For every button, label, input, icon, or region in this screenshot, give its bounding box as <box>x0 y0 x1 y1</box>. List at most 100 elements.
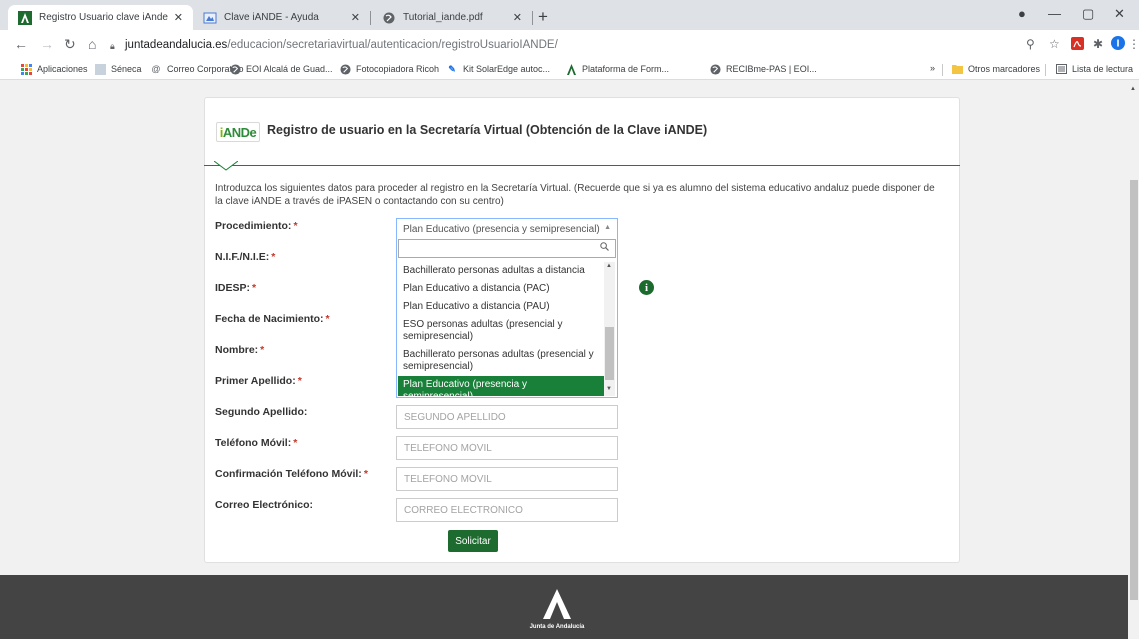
junta-andalucia-logo-icon <box>543 589 571 619</box>
bookmarks-bar: Aplicaciones Séneca @ Correo Corporativo… <box>0 60 1139 80</box>
dropdown-option[interactable]: Plan Educativo a distancia (PAU) <box>398 298 604 316</box>
dropdown-option[interactable]: Bachillerato personas adultas (presencia… <box>398 346 604 376</box>
bookmark-label: Fotocopiadora Ricoh <box>356 64 440 74</box>
label-text: N.I.F./N.I.E: <box>215 251 270 263</box>
bookmark-plataforma[interactable]: Plataforma de Form... <box>565 63 669 75</box>
segundo-apellido-input[interactable] <box>396 405 618 429</box>
reading-list-icon <box>1055 63 1067 75</box>
bookmark-fotocopiadora[interactable]: Fotocopiadora Ricoh <box>339 63 439 75</box>
minimize-button[interactable]: — <box>1048 6 1061 21</box>
avatar[interactable] <box>1111 36 1125 53</box>
dropdown-option[interactable]: Bachillerato personas adultas a distanci… <box>398 262 604 280</box>
dropdown-option-selected[interactable]: Plan Educativo (presencia y semipresenci… <box>398 376 604 396</box>
bookmark-aplicaciones[interactable]: Aplicaciones <box>20 63 88 75</box>
bookmark-label: EOI Alcalá de Guad... <box>246 64 333 74</box>
folder-icon <box>951 63 963 75</box>
required-mark: * <box>271 251 276 263</box>
procedimiento-select[interactable]: Plan Educativo (presencia y semipresenci… <box>396 218 618 240</box>
browser-menu-icon[interactable]: ⋮ <box>1128 37 1139 51</box>
close-window-button[interactable]: ✕ <box>1114 6 1125 22</box>
globe-icon <box>339 63 351 75</box>
new-tab-button[interactable]: + <box>538 7 548 27</box>
label-procedimiento: Procedimiento: * <box>215 220 298 232</box>
label-telefono: Teléfono Móvil: * <box>215 437 297 449</box>
browser-toolbar: ← → ↻ ⌂ 🔒︎ juntadeandalucia.es/educacion… <box>0 30 1139 60</box>
chevron-up-icon: ▲ <box>604 224 611 231</box>
info-icon[interactable]: i <box>639 280 654 295</box>
profile-menu-icon[interactable]: ● <box>1018 6 1026 21</box>
search-icon <box>600 242 609 253</box>
scroll-up-arrow-icon[interactable]: ▲ <box>1130 86 1136 92</box>
correo-input[interactable] <box>396 498 618 522</box>
bookmarks-overflow-button[interactable]: » <box>930 63 935 73</box>
intro-text: Introduzca los siguientes datos para pro… <box>215 183 935 207</box>
label-nombre: Nombre: * <box>215 344 264 356</box>
dropdown-option[interactable]: Plan Educativo a distancia (PAC) <box>398 280 604 298</box>
label-text: Nombre: <box>215 344 259 356</box>
bookmark-folder-otros[interactable]: Otros marcadores <box>951 63 1040 75</box>
select-value: Plan Educativo (presencia y semipresenci… <box>403 224 600 235</box>
solicitar-button[interactable]: Solicitar <box>448 530 498 552</box>
label-text: Confirmación Teléfono Móvil: <box>215 468 362 480</box>
bookmark-solaredge[interactable]: ✎ Kit SolarEdge autoc... <box>446 63 550 75</box>
required-mark: * <box>325 313 330 325</box>
dropdown-option[interactable]: ESO personas adultas (presencial y semip… <box>398 316 604 346</box>
required-mark: * <box>293 220 298 232</box>
reload-icon[interactable]: ↻ <box>64 36 76 53</box>
label-segundo-apellido: Segundo Apellido: <box>215 406 308 418</box>
logo-ande: ANDe <box>222 124 257 140</box>
page-scrollbar-thumb[interactable] <box>1130 180 1138 600</box>
home-icon[interactable]: ⌂ <box>88 36 96 52</box>
close-icon[interactable]: ✕ <box>351 11 360 24</box>
dropdown-scrollbar-thumb[interactable] <box>605 327 614 380</box>
help-favicon <box>203 11 217 25</box>
tab-separator <box>370 11 371 25</box>
tab-title: Tutorial_iande.pdf <box>403 12 483 23</box>
pdf-extension-icon[interactable] <box>1071 37 1084 53</box>
bookmark-seneca[interactable]: Séneca <box>94 63 142 75</box>
forward-arrow-icon[interactable]: → <box>40 36 54 52</box>
extensions-puzzle-icon[interactable]: ✱ <box>1093 37 1103 51</box>
label-idesp: IDESP: * <box>215 282 256 294</box>
label-text: Teléfono Móvil: <box>215 437 292 449</box>
scroll-down-arrow-icon[interactable]: ▼ <box>606 386 612 392</box>
scroll-up-arrow-icon[interactable]: ▲ <box>606 263 612 269</box>
junta-a-icon <box>18 10 32 25</box>
tab-ayuda[interactable]: Clave iANDE - Ayuda ✕ <box>193 5 370 30</box>
page-title: Registro de usuario en la Secretaría Vir… <box>267 123 708 137</box>
url-path: /educacion/secretariavirtual/autenticaci… <box>227 39 558 51</box>
label-text: Fecha de Nacimiento: <box>215 313 324 325</box>
bookmark-label: Séneca <box>111 64 142 74</box>
close-icon[interactable]: ✕ <box>513 11 522 24</box>
required-mark: * <box>260 344 265 356</box>
tab-registro[interactable]: Registro Usuario clave iAnde ✕ <box>8 5 193 30</box>
url-host: juntadeandalucia.es <box>125 39 228 51</box>
label-fecha-nacimiento: Fecha de Nacimiento: * <box>215 313 330 325</box>
bookmark-recibme[interactable]: RECIBme-PAS | EOI... <box>709 63 817 75</box>
reading-list-button[interactable]: Lista de lectura <box>1055 63 1133 75</box>
telefono-input[interactable] <box>396 436 618 460</box>
back-arrow-icon[interactable]: ← <box>14 36 28 52</box>
bookmark-label: Aplicaciones <box>37 64 88 74</box>
globe-icon <box>229 63 241 75</box>
bookmark-star-icon[interactable]: ☆ <box>1049 37 1060 51</box>
browser-tab-strip: Registro Usuario clave iAnde ✕ Clave iAN… <box>0 0 1139 30</box>
confirmacion-telefono-input[interactable] <box>396 467 618 491</box>
bookmark-separator <box>942 64 943 76</box>
close-icon[interactable]: ✕ <box>174 11 183 24</box>
label-nif: N.I.F./N.I.E: * <box>215 251 275 263</box>
required-mark: * <box>363 468 368 480</box>
dropdown-search-input[interactable] <box>398 239 616 258</box>
bookmark-eoi[interactable]: EOI Alcalá de Guad... <box>229 63 333 75</box>
bookmark-separator <box>1045 64 1046 76</box>
tab-title: Clave iANDE - Ayuda <box>224 12 319 23</box>
address-bar[interactable]: 🔒︎ juntadeandalucia.es/educacion/secreta… <box>110 34 1110 56</box>
bookmark-label: Plataforma de Form... <box>582 64 670 74</box>
solaredge-icon: ✎ <box>448 63 456 74</box>
zoom-icon[interactable]: ⚲ <box>1026 37 1035 51</box>
bookmark-label: RECIBme-PAS | EOI... <box>726 64 817 74</box>
tab-tutorial[interactable]: Tutorial_iande.pdf ✕ <box>372 5 532 30</box>
bookmark-label: Kit SolarEdge autoc... <box>463 64 551 74</box>
mail-at-icon: @ <box>151 64 161 74</box>
maximize-button[interactable]: ▢ <box>1082 6 1094 22</box>
